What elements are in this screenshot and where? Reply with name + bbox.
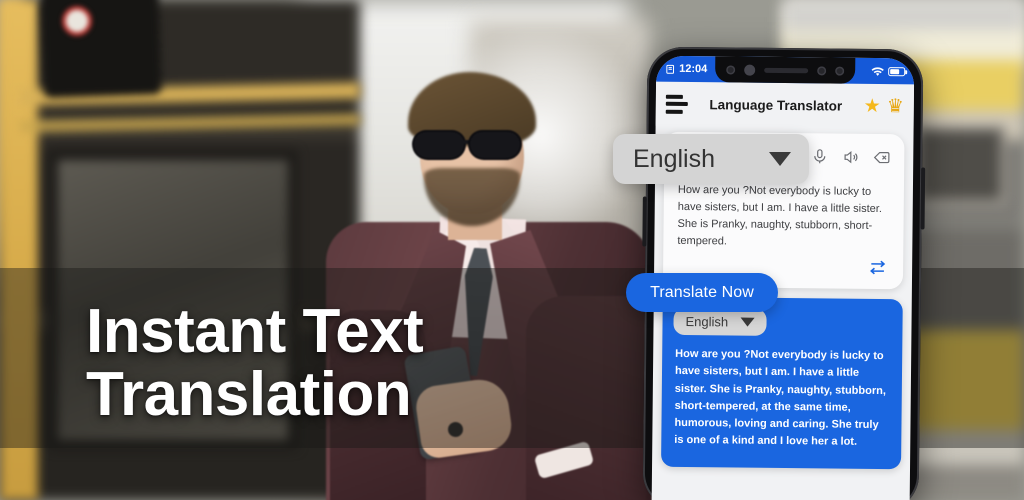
headline-line-2: Translation	[86, 360, 412, 430]
star-icon[interactable]: ★	[864, 95, 881, 116]
sunglasses-lens-right	[470, 132, 520, 158]
sensor-icon	[744, 64, 756, 76]
status-bar: 12:04	[656, 55, 915, 85]
document-icon	[666, 64, 675, 74]
sunglasses-icon	[412, 132, 536, 158]
beard	[424, 168, 520, 226]
source-text[interactable]: How are you ?Not everybody is lucky to h…	[673, 182, 894, 252]
backspace-clear-icon[interactable]	[873, 148, 890, 165]
hamburger-menu-icon[interactable]	[665, 94, 688, 114]
sunglasses-lens-left	[414, 132, 464, 158]
status-bar-right	[871, 65, 906, 76]
speaker-icon[interactable]	[842, 148, 859, 165]
chevron-down-icon	[740, 317, 755, 327]
battery-icon	[888, 66, 906, 76]
target-language-label: English	[685, 314, 729, 330]
status-bar-time: 12:04	[679, 62, 708, 76]
phone-volume-button[interactable]	[642, 196, 647, 247]
proximity-sensor-icon	[817, 65, 827, 75]
source-language-selector[interactable]: English	[613, 134, 809, 184]
crown-icon[interactable]: ♛	[887, 96, 904, 117]
background-right-window-1	[914, 125, 1006, 205]
earpiece-speaker-icon	[764, 67, 809, 73]
target-language-selector[interactable]: English	[673, 308, 767, 337]
phone-notch	[715, 56, 856, 84]
headline-line-1: Instant Text	[86, 297, 424, 366]
page-title: Instant Text Translation	[86, 297, 646, 430]
translate-now-button[interactable]: Translate Now	[626, 273, 778, 312]
app-bar: Language Translator ★ ♛	[655, 81, 915, 129]
status-bar-left: 12:04	[665, 63, 707, 75]
chevron-down-icon	[769, 152, 791, 166]
app-title: Language Translator	[709, 96, 843, 114]
translated-text[interactable]: How are you ?Not everybody is lucky to h…	[672, 346, 891, 451]
front-camera-icon	[726, 64, 736, 74]
swap-languages-icon[interactable]	[868, 258, 887, 277]
background-tram-fixture	[40, 0, 162, 99]
background-no-entry-sign	[62, 6, 92, 36]
translated-text-card: English How are you ?Not everybody is lu…	[661, 296, 903, 470]
wifi-icon	[871, 66, 884, 76]
light-sensor-icon	[835, 66, 845, 76]
phone-power-button[interactable]	[920, 167, 926, 230]
source-language-label: English	[633, 144, 715, 173]
translate-now-label: Translate Now	[650, 283, 754, 301]
app-bar-actions: ★ ♛	[864, 95, 904, 117]
microphone-icon[interactable]	[811, 148, 828, 165]
